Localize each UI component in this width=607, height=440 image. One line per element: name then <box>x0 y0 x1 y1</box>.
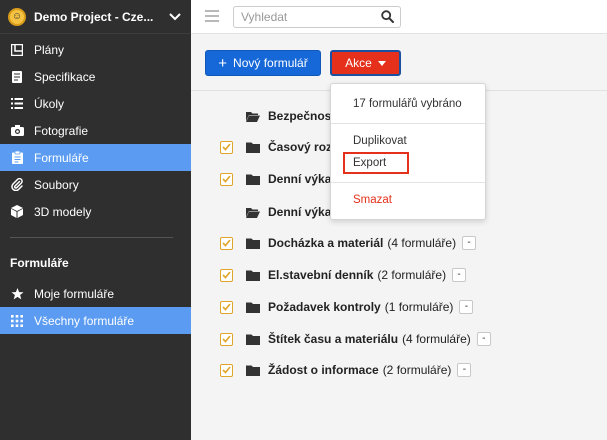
collapse-toggle[interactable]: - <box>476 332 491 346</box>
sidebar-item-fotografie[interactable]: Fotografie <box>0 117 191 144</box>
sidebar-item-label: Soubory <box>34 177 79 192</box>
folder-open-icon <box>246 111 260 122</box>
menu-item-delete[interactable]: Smazat <box>353 194 392 206</box>
menu-divider <box>331 182 485 183</box>
list-item[interactable]: Bezpečnostn <box>220 106 343 126</box>
floorplan-icon <box>10 43 24 57</box>
camera-icon <box>10 124 24 138</box>
new-form-button[interactable]: + Nový formulář <box>205 50 321 76</box>
menu-item-export[interactable]: Export <box>343 152 409 174</box>
row-count: (2 formuláře) <box>377 268 447 282</box>
folder-icon <box>246 365 260 376</box>
folder-open-icon <box>246 207 260 218</box>
row-checkbox[interactable] <box>220 268 233 282</box>
row-checkbox[interactable] <box>220 140 233 154</box>
collapse-toggle[interactable]: - <box>452 268 467 282</box>
cube-icon <box>10 205 24 219</box>
sidebar-divider <box>10 237 173 238</box>
row-checkbox[interactable] <box>220 300 233 314</box>
collapse-toggle[interactable]: - <box>457 363 472 377</box>
row-count: (4 formuláře) <box>402 332 471 346</box>
paperclip-icon <box>10 178 24 192</box>
sidebar-item-label: Moje formuláře <box>34 286 115 301</box>
row-checkbox[interactable] <box>220 332 233 346</box>
row-name: El.stavební denník <box>268 268 374 282</box>
row-name: Denní výkaz <box>268 172 338 186</box>
sidebar-item-plany[interactable]: Plány <box>0 36 191 63</box>
folder-icon <box>246 302 260 313</box>
project-name: Demo Project - Cze... <box>34 9 154 24</box>
sidebar-item-3d-modely[interactable]: 3D modely <box>0 198 191 225</box>
search-input[interactable] <box>234 7 369 27</box>
list-item[interactable]: Denní výkaz <box>220 169 337 189</box>
actions-label: Akce <box>345 56 372 70</box>
list-item[interactable]: Požadavek kontroly (1 formuláře) - <box>220 297 474 317</box>
row-count: (1 formuláře) <box>384 300 454 314</box>
clipboard-icon <box>10 151 24 165</box>
sidebar-item-specifikace[interactable]: Specifikace <box>0 63 191 90</box>
sidebar-item-label: Plány <box>34 42 65 57</box>
project-logo-icon: ☺ <box>8 7 26 26</box>
list-item[interactable]: Žádost o informace (2 formuláře) - <box>220 360 472 380</box>
sidebar: ☺ Demo Project - Cze... Plány Specifikac… <box>0 0 191 440</box>
sidebar-item-label: Specifikace <box>34 69 96 84</box>
project-switcher[interactable]: ☺ Demo Project - Cze... <box>0 0 191 34</box>
row-checkbox[interactable] <box>220 363 233 377</box>
actions-button[interactable]: Akce <box>330 50 401 76</box>
hamburger-menu-icon[interactable] <box>205 10 219 22</box>
selection-summary: 17 formulářů vybráno <box>353 98 462 110</box>
menu-item-duplicate[interactable]: Duplikovat <box>353 135 407 147</box>
specification-icon <box>10 70 24 84</box>
row-checkbox[interactable] <box>220 172 233 186</box>
grid-icon <box>10 314 24 328</box>
menu-divider <box>331 123 485 124</box>
sidebar-item-soubory[interactable]: Soubory <box>0 171 191 198</box>
sidebar-item-label: Fotografie <box>34 123 89 138</box>
row-name: Časový rozv <box>268 140 339 154</box>
sidebar-item-moje-formulare[interactable]: Moje formuláře <box>0 280 191 307</box>
menu-item-export-label: Export <box>353 157 387 169</box>
folder-icon <box>246 238 260 249</box>
search-icon[interactable] <box>381 10 394 26</box>
search-box <box>233 6 401 28</box>
folder-icon <box>246 334 260 345</box>
list-item[interactable]: Časový rozv <box>220 137 339 157</box>
sidebar-item-label: Úkoly <box>34 96 65 111</box>
sidebar-item-label: Všechny formuláře <box>34 313 135 328</box>
row-name: Docházka a materiál <box>268 236 384 250</box>
checkbox-placeholder <box>220 110 233 123</box>
plus-icon: + <box>218 54 228 72</box>
task-list-icon <box>10 97 24 111</box>
list-item[interactable]: Denní výkaz <box>220 202 337 222</box>
chevron-down-icon[interactable] <box>167 9 183 25</box>
row-name: Štítek času a materiálu <box>268 332 399 346</box>
sidebar-section-title: Formuláře <box>10 256 69 270</box>
row-count: (4 formuláře) <box>387 236 457 250</box>
folder-icon <box>246 174 260 185</box>
actions-dropdown-menu: 17 formulářů vybráno Duplikovat Export S… <box>330 83 486 220</box>
collapse-toggle[interactable]: - <box>462 236 477 250</box>
folder-icon <box>246 270 260 281</box>
collapse-toggle[interactable]: - <box>459 300 474 314</box>
row-count: (2 formuláře) <box>382 363 452 377</box>
row-name: Denní výkaz <box>268 205 338 219</box>
list-item[interactable]: El.stavební denník (2 formuláře) - <box>220 265 467 285</box>
folder-icon <box>246 142 260 153</box>
caret-down-icon <box>377 60 386 66</box>
star-icon <box>10 287 24 301</box>
checkbox-placeholder <box>220 206 233 219</box>
row-checkbox[interactable] <box>220 236 233 250</box>
sidebar-item-label: 3D modely <box>34 204 92 219</box>
sidebar-item-label: Formuláře <box>34 150 89 165</box>
row-name: Žádost o informace <box>268 363 379 377</box>
sidebar-item-ukoly[interactable]: Úkoly <box>0 90 191 117</box>
list-item[interactable]: Docházka a materiál (4 formuláře) - <box>220 233 477 253</box>
new-form-label: Nový formulář <box>233 56 308 70</box>
top-bar <box>191 0 607 34</box>
sidebar-item-vsechny-formulare[interactable]: Všechny formuláře <box>0 307 191 334</box>
sidebar-item-formulare[interactable]: Formuláře <box>0 144 191 171</box>
list-item[interactable]: Štítek času a materiálu (4 formuláře) - <box>220 329 491 349</box>
row-name: Požadavek kontroly <box>268 300 381 314</box>
